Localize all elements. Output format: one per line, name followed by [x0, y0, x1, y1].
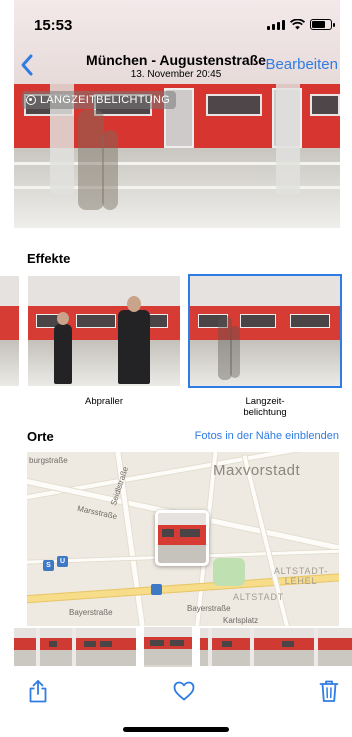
map-photo-pin[interactable]	[155, 510, 209, 566]
train-window	[206, 94, 262, 116]
effect-label-long-exposure-line2: belichtung	[243, 407, 287, 418]
badge-label: LANGZEITBELICHTUNG	[40, 94, 171, 106]
bottom-toolbar	[0, 668, 352, 716]
filmstrip-frame[interactable]	[238, 628, 258, 666]
map-district-label: ALTSTADT- LEHEL	[273, 566, 329, 586]
filmstrip-frame[interactable]	[218, 628, 238, 666]
filmstrip-frame[interactable]	[46, 628, 62, 666]
filmstrip-frame[interactable]	[30, 628, 46, 666]
effect-thumb-loop[interactable]	[0, 276, 19, 386]
filmstrip-frame[interactable]	[78, 628, 116, 666]
system-indicators	[267, 19, 335, 30]
photo-pillar	[276, 84, 300, 194]
places-heading: Orte	[27, 429, 54, 444]
effects-carousel[interactable]: Abpraller Langzeit- belichtung	[0, 274, 352, 426]
delete-button[interactable]	[316, 678, 342, 704]
map-district-label: Maxvorstadt	[213, 462, 301, 479]
edit-button[interactable]: Bearbeiten	[265, 56, 338, 73]
sbahn-icon: S	[43, 560, 54, 571]
filmstrip-frame[interactable]	[200, 628, 218, 666]
filmstrip-frame[interactable]	[278, 628, 300, 666]
cellular-signal-icon	[267, 19, 285, 30]
status-time: 15:53	[34, 17, 73, 34]
map-street-label: Marsstraße	[76, 503, 118, 522]
filmstrip-frame[interactable]	[258, 628, 278, 666]
share-icon	[29, 680, 47, 703]
map-park	[213, 558, 245, 586]
wifi-icon	[290, 19, 305, 30]
photo-filmstrip[interactable]	[14, 627, 352, 667]
filmstrip-current-frame[interactable]	[144, 627, 192, 667]
share-button[interactable]	[25, 678, 51, 704]
map-district-label: ALTSTADT	[233, 592, 285, 602]
location-map[interactable]: burgstraße Marsstraße Seidlstraße Bayers…	[27, 452, 339, 626]
status-bar: 15:53	[0, 0, 352, 44]
map-street-label: Bayerstraße	[69, 608, 113, 617]
filmstrip-frame[interactable]	[300, 628, 322, 666]
effect-label-bounce: Abpraller	[84, 396, 124, 407]
favorite-button[interactable]	[171, 678, 197, 704]
heart-icon	[173, 681, 195, 701]
navigation-bar: München - Augustenstraße 13. November 20…	[0, 44, 352, 88]
filmstrip-frame[interactable]	[322, 628, 352, 666]
map-street-label: burgstraße	[29, 456, 68, 465]
ghost-figure	[102, 130, 118, 210]
effect-thumb-bounce[interactable]	[28, 276, 180, 386]
filmstrip-frame[interactable]	[14, 628, 30, 666]
sbahn-icon	[151, 584, 162, 595]
trash-icon	[319, 680, 339, 702]
map-street-label: Bayerstraße	[187, 604, 231, 613]
ghost-figure	[78, 110, 104, 210]
home-indicator[interactable]	[123, 727, 229, 732]
pin-thumbnail	[158, 513, 206, 563]
filmstrip-frame[interactable]	[62, 628, 78, 666]
effects-heading: Effekte	[27, 251, 71, 266]
map-place-label: Karlsplatz	[223, 616, 259, 625]
show-nearby-photos-link[interactable]: Fotos in der Nähe einblenden	[195, 430, 339, 442]
filmstrip-frame[interactable]	[116, 628, 136, 666]
ubahn-icon: U	[57, 556, 68, 567]
train-window	[310, 94, 340, 116]
effect-thumb-long-exposure[interactable]	[188, 274, 342, 388]
live-photo-icon	[26, 95, 36, 105]
live-photo-effect-badge[interactable]: LANGZEITBELICHTUNG	[22, 91, 177, 109]
effect-label-long-exposure-line1: Langzeit-	[245, 396, 285, 407]
battery-icon	[310, 19, 335, 30]
